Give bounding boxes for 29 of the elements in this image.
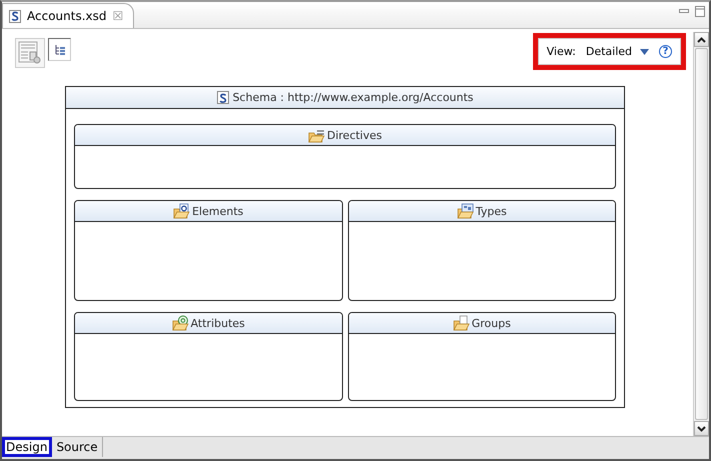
compartment-title: Attributes (190, 316, 245, 330)
element-folder-icon (173, 203, 190, 219)
compartment-title: Types (476, 204, 507, 218)
form-layout-icon (18, 41, 42, 65)
view-label: View: (546, 45, 576, 58)
chevron-down-icon (697, 426, 706, 432)
compartment-title: Directives (327, 128, 382, 142)
compartment-title: Elements (192, 204, 244, 218)
vertical-scrollbar[interactable] (693, 32, 709, 436)
schema-title: Schema : http://www.example.org/Accounts (232, 91, 474, 104)
tree-icon (54, 44, 66, 56)
page-tab[interactable]: Design (2, 437, 52, 457)
editor-tab[interactable]: Accounts.xsd ☒ (2, 3, 134, 28)
scroll-thumb[interactable] (695, 48, 708, 420)
dropdown-arrow-icon (640, 48, 649, 54)
outline-view-button[interactable] (48, 38, 71, 61)
maximize-icon[interactable] (695, 6, 705, 17)
attribute-folder-icon (172, 315, 189, 331)
scroll-up-button[interactable] (694, 32, 709, 47)
help-button[interactable]: ? (659, 45, 672, 58)
type-folder-icon (456, 203, 474, 219)
compartment-title: Groups (472, 316, 511, 330)
chevron-up-icon (697, 36, 706, 42)
group-folder-icon (452, 315, 470, 331)
scroll-down-button[interactable] (694, 421, 709, 436)
schema-icon (216, 91, 229, 104)
schema-file-icon (9, 10, 21, 22)
view-dropdown[interactable]: Detailed (582, 45, 653, 58)
tab-title: Accounts.xsd (27, 9, 106, 23)
